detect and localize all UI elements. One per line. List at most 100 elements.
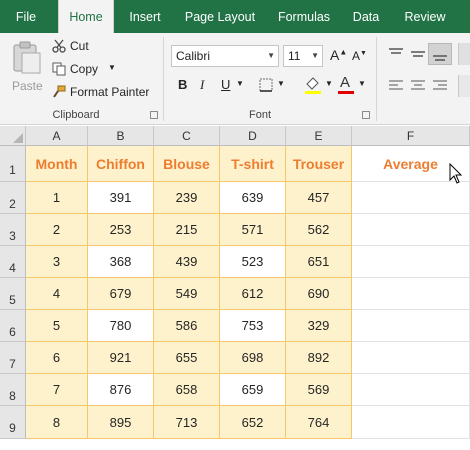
tab-data[interactable]: Data	[346, 0, 386, 33]
cell-e3[interactable]: 562	[286, 214, 352, 246]
copy-dropdown-icon[interactable]: ▼	[108, 63, 116, 72]
cell-f7[interactable]	[352, 342, 470, 374]
column-header-c[interactable]: C	[154, 126, 220, 146]
copy-button[interactable]: Copy ▼	[52, 60, 122, 78]
row-header-9[interactable]: 9	[0, 406, 26, 439]
cell-e5[interactable]: 690	[286, 278, 352, 310]
cell-a8[interactable]: 7	[26, 374, 88, 406]
font-color-icon[interactable]: A	[340, 74, 350, 91]
increase-font-size-icon[interactable]: A▲	[330, 47, 347, 63]
underline-dropdown-icon[interactable]: ▼	[236, 79, 244, 88]
paste-button[interactable]: Paste	[8, 39, 46, 97]
tab-home[interactable]: Home	[58, 0, 114, 34]
merge-center-icon[interactable]	[458, 75, 470, 97]
fill-color-icon[interactable]	[303, 75, 323, 95]
format-painter-button[interactable]: Format Painter	[52, 83, 152, 101]
row-header-8[interactable]: 8	[0, 374, 26, 406]
underline-button[interactable]: U	[221, 77, 230, 92]
cell-f9[interactable]	[352, 406, 470, 439]
cut-button[interactable]: Cut	[52, 37, 112, 55]
column-header-d[interactable]: D	[220, 126, 286, 146]
cell-e7[interactable]: 892	[286, 342, 352, 374]
cell-a9[interactable]: 8	[26, 406, 88, 439]
borders-icon[interactable]	[258, 77, 274, 93]
cell-c1[interactable]: Blouse	[154, 146, 220, 182]
tab-review[interactable]: Review	[398, 0, 452, 33]
cell-c5[interactable]: 549	[154, 278, 220, 310]
cell-c9[interactable]: 713	[154, 406, 220, 439]
cell-a5[interactable]: 4	[26, 278, 88, 310]
select-all-corner[interactable]	[0, 126, 26, 146]
cell-d4[interactable]: 523	[220, 246, 286, 278]
column-header-b[interactable]: B	[88, 126, 154, 146]
cell-d1[interactable]: T-shirt	[220, 146, 286, 182]
cell-e8[interactable]: 569	[286, 374, 352, 406]
cell-a3[interactable]: 2	[26, 214, 88, 246]
tab-file[interactable]: File	[6, 0, 46, 33]
tab-page-layout[interactable]: Page Layout	[180, 0, 260, 33]
cell-c2[interactable]: 239	[154, 182, 220, 214]
cell-d9[interactable]: 652	[220, 406, 286, 439]
font-name-dropdown[interactable]: Calibri ▼	[171, 45, 279, 67]
cell-b1[interactable]: Chiffon	[88, 146, 154, 182]
cell-c3[interactable]: 215	[154, 214, 220, 246]
align-middle-icon[interactable]	[410, 47, 426, 61]
cell-b7[interactable]: 921	[88, 342, 154, 374]
column-header-e[interactable]: E	[286, 126, 352, 146]
cell-a1[interactable]: Month	[26, 146, 88, 182]
cell-b8[interactable]: 876	[88, 374, 154, 406]
cell-d3[interactable]: 571	[220, 214, 286, 246]
cell-b4[interactable]: 368	[88, 246, 154, 278]
borders-dropdown-icon[interactable]: ▼	[277, 79, 285, 88]
italic-button[interactable]: I	[200, 77, 204, 93]
column-header-a[interactable]: A	[26, 126, 88, 146]
cell-e2[interactable]: 457	[286, 182, 352, 214]
bold-button[interactable]: B	[178, 77, 187, 92]
cell-a6[interactable]: 5	[26, 310, 88, 342]
row-header-7[interactable]: 7	[0, 342, 26, 374]
align-center-icon[interactable]	[410, 79, 426, 93]
row-header-1[interactable]: 1	[0, 146, 26, 182]
wrap-text-icon[interactable]	[458, 43, 470, 65]
decrease-font-size-icon[interactable]: A▼	[352, 49, 367, 63]
cell-b2[interactable]: 391	[88, 182, 154, 214]
row-header-3[interactable]: 3	[0, 214, 26, 246]
cell-c8[interactable]: 658	[154, 374, 220, 406]
cell-b6[interactable]: 780	[88, 310, 154, 342]
cell-a2[interactable]: 1	[26, 182, 88, 214]
cell-f4[interactable]	[352, 246, 470, 278]
tab-insert[interactable]: Insert	[122, 0, 168, 33]
column-header-f[interactable]: F	[352, 126, 470, 146]
cell-d2[interactable]: 639	[220, 182, 286, 214]
align-top-icon[interactable]	[388, 47, 404, 61]
cell-d5[interactable]: 612	[220, 278, 286, 310]
row-header-6[interactable]: 6	[0, 310, 26, 342]
cell-b3[interactable]: 253	[88, 214, 154, 246]
fill-color-dropdown-icon[interactable]: ▼	[325, 79, 333, 88]
clipboard-launcher-icon[interactable]	[150, 111, 158, 119]
row-header-5[interactable]: 5	[0, 278, 26, 310]
cell-a7[interactable]: 6	[26, 342, 88, 374]
cell-f5[interactable]	[352, 278, 470, 310]
font-size-dropdown[interactable]: 11 ▼	[283, 45, 323, 67]
cell-b9[interactable]: 895	[88, 406, 154, 439]
row-header-4[interactable]: 4	[0, 246, 26, 278]
cell-d6[interactable]: 753	[220, 310, 286, 342]
cell-e4[interactable]: 651	[286, 246, 352, 278]
cell-f3[interactable]	[352, 214, 470, 246]
row-header-2[interactable]: 2	[0, 182, 26, 214]
cell-d8[interactable]: 659	[220, 374, 286, 406]
font-launcher-icon[interactable]	[362, 111, 370, 119]
font-color-dropdown-icon[interactable]: ▼	[358, 79, 366, 88]
cell-f6[interactable]	[352, 310, 470, 342]
cell-a4[interactable]: 3	[26, 246, 88, 278]
tab-formulas[interactable]: Formulas	[272, 0, 336, 33]
cell-e6[interactable]: 329	[286, 310, 352, 342]
cell-c6[interactable]: 586	[154, 310, 220, 342]
align-right-icon[interactable]	[432, 79, 448, 93]
cell-f8[interactable]	[352, 374, 470, 406]
cell-f2[interactable]	[352, 182, 470, 214]
cell-e1[interactable]: Trouser	[286, 146, 352, 182]
align-bottom-button[interactable]	[428, 43, 452, 65]
cell-c4[interactable]: 439	[154, 246, 220, 278]
